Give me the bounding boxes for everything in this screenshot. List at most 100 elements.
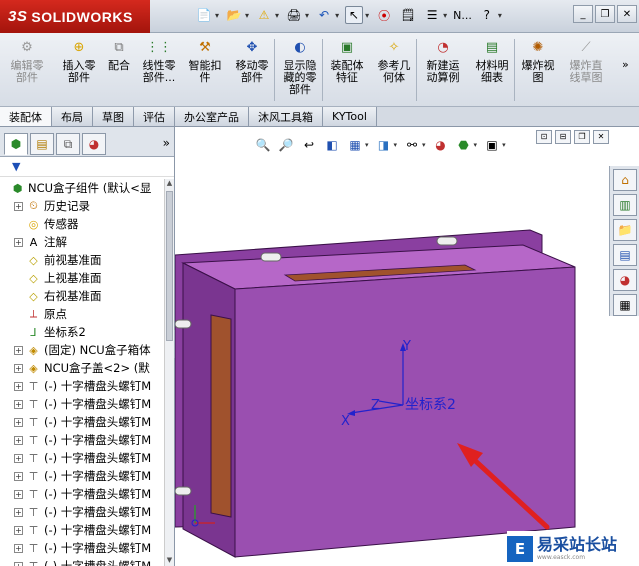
- expand-icon[interactable]: +: [14, 561, 23, 566]
- pin-left-bottom[interactable]: [175, 486, 192, 496]
- tree-node[interactable]: ⅃ 坐标系2: [0, 323, 165, 341]
- tree-node[interactable]: + ⊤ (-) 十字槽盘头螺钉M: [0, 413, 165, 431]
- more-tabs-icon[interactable]: »: [163, 133, 170, 150]
- tab-3[interactable]: 评估: [134, 107, 175, 126]
- scroll-thumb[interactable]: [166, 191, 173, 341]
- tree-node[interactable]: + ⊤ (-) 十字槽盘头螺钉M: [0, 449, 165, 467]
- tree-filter[interactable]: ▼: [0, 157, 174, 177]
- options-icon[interactable]: ☰: [423, 6, 441, 24]
- expand-icon[interactable]: +: [14, 237, 23, 247]
- tree-node[interactable]: + ⊤ (-) 十字槽盘头螺钉M: [0, 395, 165, 413]
- open-dropdown-icon[interactable]: ▾: [245, 11, 249, 20]
- view-palette-icon[interactable]: ▤: [613, 244, 637, 266]
- expand-icon[interactable]: +: [14, 453, 23, 463]
- tree-node[interactable]: + ⏲ 历史记录: [0, 197, 165, 215]
- expand-icon[interactable]: +: [14, 399, 23, 409]
- tab-1[interactable]: 布局: [52, 107, 93, 126]
- solidworks-resources-icon[interactable]: ⌂: [613, 169, 637, 191]
- cmd-button-8[interactable]: ✧ 参考几 何体: [372, 38, 416, 84]
- expand-icon[interactable]: +: [14, 201, 23, 211]
- expand-icon[interactable]: +: [14, 363, 23, 373]
- cmd-button-6[interactable]: ◐ 显示隐 藏的零 部件: [276, 38, 324, 96]
- help-icon[interactable]: ?: [478, 6, 496, 24]
- close-icon[interactable]: ✕: [617, 5, 637, 23]
- expand-icon[interactable]: +: [14, 543, 23, 553]
- tree-node[interactable]: ◎ 传感器: [0, 215, 165, 233]
- tree-node[interactable]: + ⊤ (-) 十字槽盘头螺钉M: [0, 377, 165, 395]
- scroll-up-icon[interactable]: ▲: [165, 179, 174, 189]
- tree-scrollbar[interactable]: ▲ ▼: [164, 179, 174, 566]
- tab-2[interactable]: 草图: [93, 107, 134, 126]
- tree-node[interactable]: + ⊤ (-) 十字槽盘头螺钉M: [0, 521, 165, 539]
- cmd-button-10[interactable]: ▤ 材料明 细表: [470, 38, 514, 84]
- expand-icon[interactable]: +: [14, 489, 23, 499]
- filter-icon[interactable]: ▼: [12, 160, 20, 173]
- pin-left-top[interactable]: [260, 252, 282, 262]
- cmd-button-7[interactable]: ▣ 装配体 特征: [324, 38, 370, 84]
- expand-icon[interactable]: +: [14, 381, 23, 391]
- tree-node[interactable]: ◇ 右视基准面: [0, 287, 165, 305]
- side-slot[interactable]: [210, 314, 232, 518]
- pin-left-mid[interactable]: [175, 319, 192, 329]
- help-dropdown-icon[interactable]: ▾: [498, 11, 502, 20]
- warning-icon[interactable]: ⚠: [255, 6, 273, 24]
- tree-node[interactable]: + ⊤ (-) 十字槽盘头螺钉M: [0, 539, 165, 557]
- expand-icon[interactable]: +: [14, 471, 23, 481]
- cmd-button-5[interactable]: ✥ 移动零 部件: [228, 38, 276, 84]
- tree-node[interactable]: + ⊤ (-) 十字槽盘头螺钉M: [0, 557, 165, 566]
- tree-node[interactable]: ⟂ 原点: [0, 305, 165, 323]
- tree-node[interactable]: + ◈ NCU盒子盖<2> (默: [0, 359, 165, 377]
- tab-6[interactable]: KYTool: [323, 107, 377, 126]
- tab-0[interactable]: 装配体: [0, 107, 52, 126]
- cmd-more-icon[interactable]: »: [622, 59, 629, 71]
- cmd-button-4[interactable]: ⚒ 智能扣件: [184, 38, 226, 84]
- tree-node[interactable]: + A 注解: [0, 233, 165, 251]
- tree-node[interactable]: + ⊤ (-) 十字槽盘头螺钉M: [0, 485, 165, 503]
- appearances-icon[interactable]: ◕: [613, 269, 637, 291]
- expand-icon[interactable]: +: [14, 417, 23, 427]
- pin-right-top[interactable]: [436, 236, 458, 246]
- undo-dropdown-icon[interactable]: ▾: [335, 11, 339, 20]
- custom-properties-icon[interactable]: ▦: [613, 294, 637, 316]
- tree-node[interactable]: + ⊤ (-) 十字槽盘头螺钉M: [0, 503, 165, 521]
- open-folder-icon[interactable]: 📂: [225, 6, 243, 24]
- tab-4[interactable]: 办公室产品: [175, 107, 249, 126]
- undo-icon[interactable]: ↶: [315, 6, 333, 24]
- expand-icon[interactable]: +: [14, 435, 23, 445]
- graphics-area[interactable]: ⊡ ⊟ ❐ ✕ 🔍 🔎 ↩ ◧ ▦ ▾ ◨ ▾ ⚯ ▾ ◕ ⬣ ▾ ▣ ▾ Y …: [175, 127, 609, 566]
- cmd-button-0[interactable]: ⚙ 编辑零 部件: [4, 38, 50, 84]
- cmd-button-3[interactable]: ⋮⋮ 线性零 部件...: [136, 38, 182, 84]
- cmd-button-12[interactable]: ⟋ 爆炸直 线草图: [562, 38, 610, 84]
- select-cursor-icon[interactable]: ↖: [345, 6, 364, 24]
- tree-node[interactable]: + ⊤ (-) 十字槽盘头螺钉M: [0, 431, 165, 449]
- expand-icon[interactable]: +: [14, 345, 23, 355]
- scroll-down-icon[interactable]: ▼: [165, 556, 174, 566]
- configuration-manager-tab-icon[interactable]: ⧉: [56, 133, 80, 155]
- tab-5[interactable]: 沐风工具箱: [249, 107, 323, 126]
- print-dropdown-icon[interactable]: ▾: [305, 11, 309, 20]
- solidworks-logo[interactable]: 3S SOLIDWORKS: [0, 0, 150, 33]
- select-dropdown-icon[interactable]: ▾: [365, 11, 369, 20]
- new-document-icon[interactable]: 📄: [195, 6, 213, 24]
- tree-node[interactable]: ◇ 前视基准面: [0, 251, 165, 269]
- file-properties-icon[interactable]: 🗒: [399, 6, 417, 24]
- file-explorer-icon[interactable]: 📁: [613, 219, 637, 241]
- warning-dropdown-icon[interactable]: ▾: [275, 11, 279, 20]
- minimize-icon[interactable]: _: [573, 5, 593, 23]
- design-library-icon[interactable]: ▥: [613, 194, 637, 216]
- display-manager-tab-icon[interactable]: ◕: [82, 133, 106, 155]
- tree-node[interactable]: ◇ 上视基准面: [0, 269, 165, 287]
- traffic-light-icon[interactable]: ⦿: [375, 6, 393, 24]
- property-manager-tab-icon[interactable]: ▤: [30, 133, 54, 155]
- cmd-button-1[interactable]: ⊕ 插入零 部件: [56, 38, 102, 84]
- print-icon[interactable]: 🖨: [285, 6, 303, 24]
- tree-node[interactable]: + ⊤ (-) 十字槽盘头螺钉M: [0, 467, 165, 485]
- expand-icon[interactable]: +: [14, 507, 23, 517]
- options-dropdown-icon[interactable]: ▾: [443, 11, 447, 20]
- new-dropdown-icon[interactable]: ▾: [215, 11, 219, 20]
- expand-icon[interactable]: +: [14, 525, 23, 535]
- tree-node[interactable]: ⬢ NCU盒子组件 (默认<显: [0, 179, 165, 197]
- tree-node[interactable]: + ◈ (固定) NCU盒子箱体: [0, 341, 165, 359]
- restore-icon[interactable]: ❐: [595, 5, 615, 23]
- cmd-button-9[interactable]: ◔ 新建运 动算例: [418, 38, 468, 84]
